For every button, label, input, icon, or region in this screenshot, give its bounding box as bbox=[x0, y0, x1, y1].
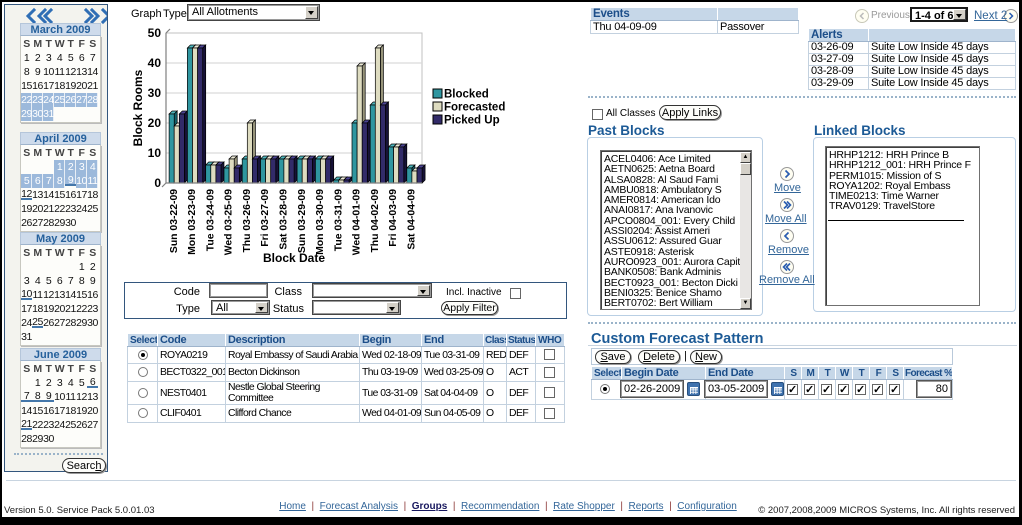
svg-text:30: 30 bbox=[148, 86, 162, 100]
svg-text:Fri 04-03-09: Fri 04-03-09 bbox=[388, 189, 399, 247]
svg-text:Sat 03-28-09: Sat 03-28-09 bbox=[279, 189, 290, 250]
svg-text:Sat 04-04-09: Sat 04-04-09 bbox=[407, 189, 418, 250]
svg-text:Wed 03-25-09: Wed 03-25-09 bbox=[224, 189, 235, 255]
svg-text:Block Date: Block Date bbox=[263, 251, 325, 265]
svg-text:Mon 03-23-09: Mon 03-23-09 bbox=[187, 189, 198, 255]
svg-text:Sun 03-29-09: Sun 03-29-09 bbox=[297, 189, 308, 253]
svg-text:Forecasted: Forecasted bbox=[444, 102, 505, 114]
svg-text:20: 20 bbox=[148, 116, 162, 130]
svg-text:40: 40 bbox=[148, 56, 162, 70]
svg-text:Tue 03-24-09: Tue 03-24-09 bbox=[205, 189, 216, 251]
svg-text:50: 50 bbox=[148, 26, 162, 40]
svg-text:10: 10 bbox=[148, 146, 162, 160]
svg-text:Blocked: Blocked bbox=[444, 89, 489, 101]
svg-text:0: 0 bbox=[154, 176, 161, 190]
svg-text:Block Rooms: Block Rooms bbox=[131, 69, 145, 146]
svg-text:Thu 04-02-09: Thu 04-02-09 bbox=[370, 189, 381, 253]
svg-text:Tue 03-31-09: Tue 03-31-09 bbox=[333, 189, 344, 251]
svg-text:Mon 03-30-09: Mon 03-30-09 bbox=[315, 189, 326, 255]
svg-text:Fri 03-27-09: Fri 03-27-09 bbox=[260, 189, 271, 247]
svg-text:Sun 03-22-09: Sun 03-22-09 bbox=[169, 189, 180, 253]
svg-text:Wed 04-01-09: Wed 04-01-09 bbox=[352, 189, 363, 255]
svg-text:Picked Up: Picked Up bbox=[444, 115, 500, 127]
svg-text:Thu 03-26-09: Thu 03-26-09 bbox=[242, 189, 253, 253]
